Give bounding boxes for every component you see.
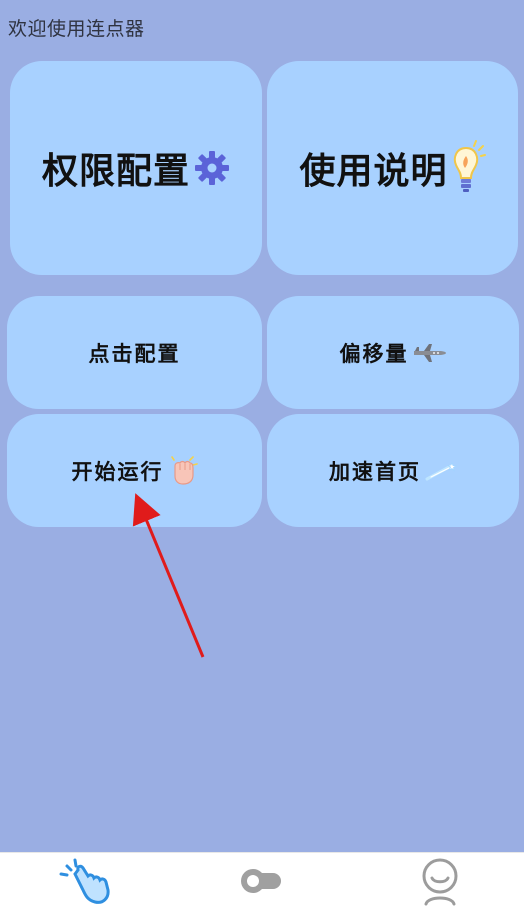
click-config-button[interactable]: 点击配置 xyxy=(7,296,262,409)
start-running-button[interactable]: 开始运行 xyxy=(7,414,262,527)
fist-icon xyxy=(168,455,198,486)
usage-guide-button[interactable]: 使用说明 xyxy=(267,61,518,275)
page-title: 欢迎使用连点器 xyxy=(8,18,145,40)
bottom-navigation xyxy=(0,852,524,912)
nav-user-tab[interactable] xyxy=(405,857,475,909)
permission-config-button[interactable]: 权限配置 xyxy=(10,61,262,275)
start-running-label: 开始运行 xyxy=(71,459,164,484)
offset-button[interactable]: 偏移量 xyxy=(267,296,519,409)
offset-label: 偏移量 xyxy=(339,341,409,366)
user-icon xyxy=(418,856,462,910)
gear-icon xyxy=(194,150,230,186)
toggle-icon xyxy=(239,865,285,901)
shooting-star-icon xyxy=(425,461,457,481)
speed-home-button[interactable]: 加速首页 xyxy=(267,414,519,527)
permission-config-label: 权限配置 xyxy=(41,151,190,192)
usage-guide-label: 使用说明 xyxy=(299,151,448,192)
nav-click-tab[interactable] xyxy=(50,857,120,909)
speed-home-label: 加速首页 xyxy=(329,459,421,484)
lightbulb-icon xyxy=(452,140,486,196)
tap-hand-icon xyxy=(57,856,113,910)
click-config-label: 点击配置 xyxy=(88,341,181,366)
airplane-icon xyxy=(413,343,447,363)
nav-toggle-tab[interactable] xyxy=(227,857,297,909)
